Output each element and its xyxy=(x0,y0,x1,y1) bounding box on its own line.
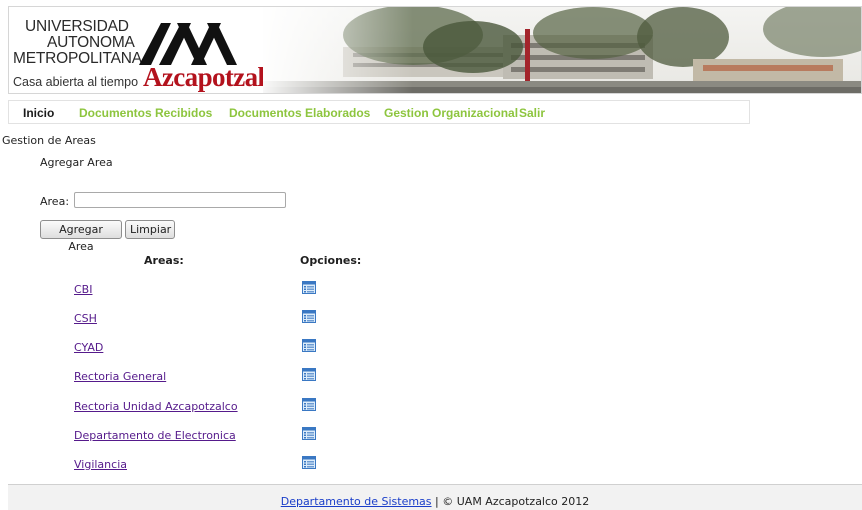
uam-logo: UNIVERSIDAD AUTONOMA METROPOLITANA Casa … xyxy=(9,7,289,93)
footer-copyright: | © UAM Azcapotzalco 2012 xyxy=(431,495,590,508)
area-link-cyad[interactable]: CYAD xyxy=(74,341,103,354)
list-details-icon[interactable] xyxy=(302,368,316,381)
list-details-icon[interactable] xyxy=(302,398,316,411)
list-details-icon[interactable] xyxy=(302,339,316,352)
areas-column-header: Areas: xyxy=(144,254,184,267)
tagline: Casa abierta al tiempo xyxy=(13,75,139,89)
area-link-cbi[interactable]: CBI xyxy=(74,283,92,296)
add-area-button[interactable]: Agregar Area xyxy=(40,220,122,253)
area-input[interactable] xyxy=(74,192,286,208)
nav-documentos-recibidos[interactable]: Documentos Recibidos xyxy=(79,106,212,120)
campus-banner-photo xyxy=(263,7,861,93)
add-area-subtitle: Agregar Area xyxy=(40,156,113,169)
main-nav: Inicio Documentos Recibidos Documentos E… xyxy=(8,100,750,124)
area-link-vigilancia[interactable]: Vigilancia xyxy=(74,458,127,471)
area-link-rectoria-unidad-azcapotzalco[interactable]: Rectoria Unidad Azcapotzalco xyxy=(74,400,238,413)
logo-line-metropolitana: METROPOLITANA xyxy=(13,50,142,67)
nav-gestion-organizacional[interactable]: Gestion Organizacional xyxy=(384,106,518,120)
uam-emblem-icon xyxy=(139,23,237,65)
list-details-icon[interactable] xyxy=(302,456,316,469)
area-link-departamento-de-electronica[interactable]: Departamento de Electronica xyxy=(74,429,236,442)
section-title: Gestion de Areas xyxy=(2,134,96,147)
list-details-icon[interactable] xyxy=(302,281,316,294)
area-link-csh[interactable]: CSH xyxy=(74,312,97,325)
area-link-rectoria-general[interactable]: Rectoria General xyxy=(74,370,166,383)
page-footer: Departamento de Sistemas | © UAM Azcapot… xyxy=(8,484,862,510)
logo-line-universidad: UNIVERSIDAD xyxy=(25,18,129,35)
nav-documentos-elaborados[interactable]: Documentos Elaborados xyxy=(229,106,370,120)
nav-inicio[interactable]: Inicio xyxy=(23,106,54,120)
site-header: UNIVERSIDAD AUTONOMA METROPOLITANA Casa … xyxy=(8,6,862,94)
area-label: Area: xyxy=(40,195,70,208)
list-details-icon[interactable] xyxy=(302,310,316,323)
nav-salir[interactable]: Salir xyxy=(519,106,545,120)
list-details-icon[interactable] xyxy=(302,427,316,440)
footer-link-departamento-de-sistemas[interactable]: Departamento de Sistemas xyxy=(281,495,432,508)
options-column-header: Opciones: xyxy=(300,254,362,267)
logo-line-autonoma: AUTONOMA xyxy=(47,34,135,51)
clear-button[interactable]: Limpiar xyxy=(125,220,175,239)
